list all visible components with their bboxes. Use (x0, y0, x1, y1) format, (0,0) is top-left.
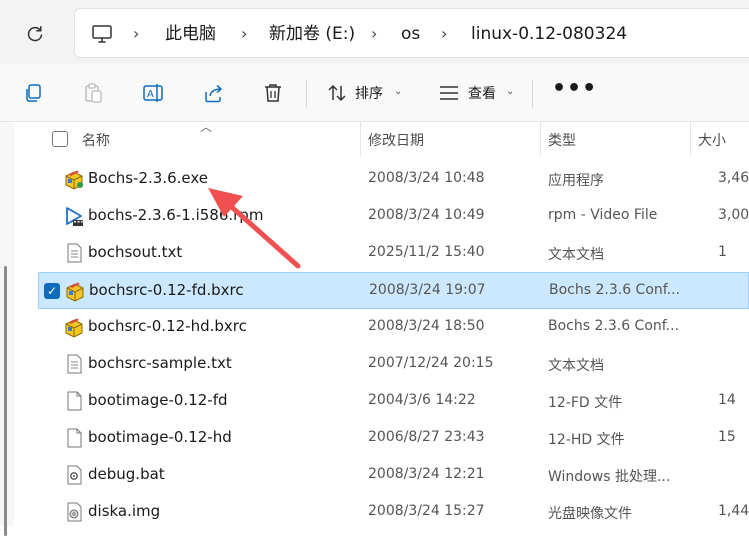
file-row[interactable]: debug.bat 2008/3/24 12:21 Windows 批处理... (38, 457, 749, 494)
command-bar: A 排序 ⌄ 查看 ⌄ ••• (0, 64, 749, 122)
batch-file-icon (67, 465, 82, 485)
file-size: 3,46 (718, 170, 749, 186)
file-modified-date: 2006/8/27 23:43 (368, 429, 485, 445)
file-modified-date: 2008/3/24 10:49 (368, 207, 485, 223)
breadcrumb-chevron-icon[interactable]: › (133, 21, 139, 47)
chevron-down-icon[interactable]: ⌄ (394, 86, 402, 97)
chevron-down-icon[interactable]: ⌄ (506, 86, 514, 97)
more-options-button[interactable]: ••• (552, 78, 597, 100)
file-type: 文本文档 (548, 247, 604, 263)
column-divider[interactable] (360, 122, 361, 156)
file-row[interactable]: diska.img 2008/3/24 15:27 光盘映像文件 1,44 (38, 494, 749, 531)
file-modified-date: 2008/3/24 18:50 (368, 318, 485, 334)
file-modified-date: 2008/3/24 15:27 (368, 503, 485, 519)
view-button[interactable]: 查看 (468, 84, 496, 104)
select-all-checkbox[interactable] (52, 131, 68, 147)
breadcrumb-chevron-icon[interactable]: › (371, 21, 377, 47)
scrollbar-track[interactable] (0, 122, 14, 536)
file-type: 文本文档 (548, 358, 604, 374)
view-icon[interactable] (438, 82, 460, 104)
rename-icon[interactable]: A (142, 82, 164, 104)
sort-icon[interactable] (326, 82, 348, 104)
blank-file-icon (67, 428, 82, 448)
file-row[interactable]: bochsrc-sample.txt 2007/12/24 20:15 文本文档 (38, 346, 749, 383)
svg-text:A: A (147, 89, 154, 100)
file-type: rpm - Video File (548, 207, 658, 223)
file-size: 1,44 (718, 503, 749, 519)
refresh-button[interactable] (20, 20, 50, 48)
sort-button[interactable]: 排序 (355, 84, 383, 104)
file-name: bochsout.txt (88, 243, 183, 261)
breadcrumb-os[interactable]: os (401, 21, 420, 47)
file-name: bootimage-0.12-fd (88, 391, 228, 409)
text-file-icon (67, 354, 82, 374)
bochs-config-icon (66, 282, 84, 302)
address-bar-row: › 此电脑 › 新加卷 (E:) › os › linux-0.12-08032… (0, 0, 749, 64)
file-type: 应用程序 (548, 173, 604, 189)
file-row[interactable]: bootimage-0.12-fd 2004/3/6 14:22 12-FD 文件 1… (38, 383, 749, 420)
file-row[interactable]: bochs-2.3.6-1.i586.rpm 2008/3/24 10:49 rpm… (38, 198, 749, 235)
file-size: 3,00 (718, 207, 749, 223)
breadcrumb-drive-e[interactable]: 新加卷 (E:) (269, 21, 355, 47)
file-row[interactable]: bochsout.txt 2025/11/2 15:40 文本文档 1 (38, 235, 749, 272)
file-row[interactable]: Bochs-2.3.6.exe 2008/3/24 10:48 应用程序 3,46 (38, 161, 749, 198)
video-file-icon (66, 207, 83, 226)
address-bar[interactable]: › 此电脑 › 新加卷 (E:) › os › linux-0.12-08032… (74, 8, 749, 58)
toolbar-divider (306, 80, 307, 108)
file-modified-date: 2007/12/24 20:15 (368, 355, 494, 371)
file-name: bochsrc-sample.txt (88, 354, 232, 372)
column-size[interactable]: 大小 (698, 130, 726, 150)
row-checkbox[interactable]: ✓ (44, 283, 60, 299)
column-divider[interactable] (690, 122, 691, 156)
blank-file-icon (67, 391, 82, 411)
file-modified-date: 2008/3/24 19:07 (369, 282, 486, 298)
file-name: diska.img (88, 502, 161, 520)
column-name[interactable]: 名称 (82, 130, 110, 150)
file-size: 15 (718, 429, 736, 445)
file-type: Windows 批处理... (548, 469, 671, 485)
text-file-icon (67, 243, 82, 263)
file-type: Bochs 2.3.6 Conf... (548, 318, 680, 334)
this-pc-icon[interactable] (91, 23, 113, 45)
column-header: ︿ 名称 修改日期 类型 大小 (14, 120, 749, 156)
scrollbar-thumb[interactable] (4, 266, 7, 536)
breadcrumb-chevron-icon[interactable]: › (441, 21, 447, 47)
breadcrumb-this-pc[interactable]: 此电脑 (165, 21, 216, 47)
file-name: bochsrc-0.12-fd.bxrc (89, 281, 244, 299)
file-name: debug.bat (88, 465, 165, 483)
file-size: 1 (718, 244, 727, 260)
sort-ascending-icon: ︿ (200, 120, 213, 134)
installer-icon (65, 170, 83, 190)
column-divider[interactable] (540, 122, 541, 156)
file-row[interactable]: ✓ bochsrc-0.12-fd.bxrc 2008/3/24 19:07 Boch… (38, 272, 749, 309)
copy-icon[interactable] (22, 82, 44, 104)
column-type[interactable]: 类型 (548, 130, 576, 150)
bochs-config-icon (65, 318, 83, 338)
file-modified-date: 2004/3/6 14:22 (368, 392, 476, 408)
file-type: Bochs 2.3.6 Conf... (549, 282, 681, 298)
toolbar-divider (532, 80, 533, 108)
file-type: 12-FD 文件 (548, 395, 623, 411)
column-modified[interactable]: 修改日期 (368, 130, 424, 150)
breadcrumb-chevron-icon[interactable]: › (241, 21, 247, 47)
paste-icon[interactable] (82, 82, 104, 104)
file-modified-date: 2008/3/24 10:48 (368, 170, 485, 186)
refresh-icon (27, 26, 43, 42)
file-name: Bochs-2.3.6.exe (88, 169, 208, 187)
file-type: 光盘映像文件 (548, 506, 632, 522)
file-name: bochs-2.3.6-1.i586.rpm (88, 206, 264, 224)
file-row[interactable]: bootimage-0.12-hd 2006/8/27 23:43 12-HD 文件… (38, 420, 749, 457)
file-modified-date: 2025/11/2 15:40 (368, 244, 485, 260)
breadcrumb-linux-folder[interactable]: linux-0.12-080324 (471, 21, 627, 47)
file-modified-date: 2008/3/24 12:21 (368, 466, 485, 482)
file-name: bootimage-0.12-hd (88, 428, 232, 446)
file-type: 12-HD 文件 (548, 432, 625, 448)
file-size: 14 (718, 392, 736, 408)
share-icon[interactable] (202, 82, 224, 104)
delete-icon[interactable] (262, 82, 284, 104)
file-row[interactable]: bochsrc-0.12-hd.bxrc 2008/3/24 18:50 Bochs… (38, 309, 749, 346)
disc-image-icon (67, 502, 82, 522)
file-name: bochsrc-0.12-hd.bxrc (88, 317, 247, 335)
